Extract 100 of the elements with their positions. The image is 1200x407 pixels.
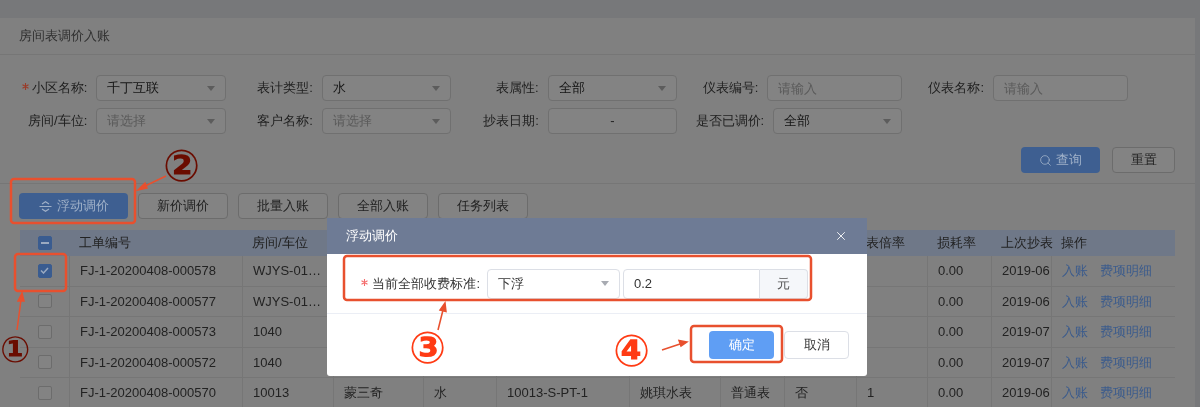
search-button[interactable]: 查询 xyxy=(1021,147,1100,173)
amount-field[interactable]: 0.2 xyxy=(623,268,760,299)
table-cell-text: 1 xyxy=(867,384,875,402)
select-value: 千丁互联 xyxy=(107,79,160,98)
column-header: 工单编号 xyxy=(79,234,131,253)
toolbar-button[interactable]: 浮动调价 xyxy=(19,193,128,219)
reset-button[interactable]: 重置 xyxy=(1112,147,1175,173)
column-header: 房间/车位 xyxy=(252,234,308,253)
arrow xyxy=(16,290,25,331)
table-cell-text: FJ-1-20200408-000577 xyxy=(80,292,216,311)
dropdown-caret-icon xyxy=(432,118,441,124)
filter-label: 小区名称: xyxy=(31,79,88,98)
filter-label: 表属性: xyxy=(495,79,539,98)
table-cell-text: 10013-S-PT-1 xyxy=(507,384,588,402)
table-cell-text: 1040 xyxy=(253,323,282,341)
step-number: ① xyxy=(0,332,31,368)
table-cell-text: WJYS-01… xyxy=(253,292,321,311)
table-cell-text: 1040 xyxy=(253,353,282,372)
filter-label: 表计类型: xyxy=(257,79,313,98)
table-cell-text: WJYS-01… xyxy=(253,262,321,280)
table-cell-text: 0.00 xyxy=(938,292,964,311)
toolbar-button[interactable]: 新价调价 xyxy=(138,193,228,219)
select-value: 水 xyxy=(332,79,346,98)
step-number: ② xyxy=(163,144,201,188)
column-header: 损耗率 xyxy=(937,234,976,253)
fee-details-link[interactable]: 费项明细 xyxy=(1100,291,1152,311)
step-number: ③ xyxy=(409,326,447,370)
table-cell-text: 否 xyxy=(795,384,808,402)
checkbox[interactable] xyxy=(37,294,52,309)
dropdown-caret-icon xyxy=(883,118,892,124)
arrow xyxy=(437,301,447,331)
dropdown-caret-icon xyxy=(657,85,666,91)
checkbox[interactable] xyxy=(37,236,52,250)
filter-label: 仪表名称: xyxy=(928,79,984,98)
post-link[interactable]: 入账 xyxy=(1062,383,1088,403)
select-field[interactable]: 全部 xyxy=(773,108,903,134)
column-header: 上次抄表 xyxy=(1001,234,1053,253)
toolbar-button[interactable]: 批量入账 xyxy=(238,193,328,219)
dropdown-caret-icon xyxy=(601,281,609,286)
table-cell-text: 2019-06 xyxy=(1002,384,1050,402)
table-cell-text: FJ-1-20200408-000570 xyxy=(80,384,216,402)
date-range-field[interactable]: - xyxy=(547,108,677,134)
table-cell-text: 0.00 xyxy=(938,323,964,341)
check-icon xyxy=(40,267,49,275)
fee-details-link[interactable]: 费项明细 xyxy=(1100,352,1152,372)
cancel-button[interactable]: 取消 xyxy=(784,331,849,359)
post-link[interactable]: 入账 xyxy=(1062,291,1088,311)
table-cell-text: 0.00 xyxy=(938,353,964,372)
column-header: 操作 xyxy=(1061,234,1087,253)
dropdown-caret-icon xyxy=(206,85,215,91)
table-cell-text: 2019-06 xyxy=(1002,262,1050,280)
sort-lines-icon xyxy=(38,200,52,212)
step-number: ④ xyxy=(613,329,651,373)
post-link[interactable]: 入账 xyxy=(1062,322,1088,342)
select-field[interactable]: 水 xyxy=(321,75,452,101)
filter-label: 房间/车位: xyxy=(28,112,88,131)
filter-label: 客户名称: xyxy=(257,112,313,131)
select-value: 全部 xyxy=(558,79,585,98)
dropdown-caret-icon xyxy=(432,85,441,91)
select-field[interactable]: 全部 xyxy=(547,75,677,101)
filter-label: 抄表日期: xyxy=(483,112,539,131)
table-cell-text: FJ-1-20200408-000573 xyxy=(80,323,216,341)
confirm-button[interactable]: 确定 xyxy=(709,331,774,359)
toolbar-button[interactable]: 全部入账 xyxy=(338,193,428,219)
fee-details-link[interactable]: 费项明细 xyxy=(1100,383,1152,403)
table-cell-text: FJ-1-20200408-000578 xyxy=(80,262,216,280)
arrow xyxy=(135,175,167,192)
select-field[interactable]: 千丁互联 xyxy=(96,75,226,101)
post-link[interactable]: 入账 xyxy=(1062,261,1088,281)
page-title: 房间表调价入账 xyxy=(19,27,110,46)
table-cell-text: 0.00 xyxy=(938,262,964,280)
modal-title: 浮动调价 xyxy=(346,227,398,246)
toolbar-button[interactable]: 任务列表 xyxy=(438,193,528,219)
table-cell-text: 2019-07 xyxy=(1002,323,1050,341)
table-cell-text: 2019-06 xyxy=(1002,292,1050,311)
search-icon xyxy=(1039,153,1052,167)
dropdown-caret-icon xyxy=(206,118,215,124)
arrow xyxy=(661,339,689,351)
filter-label: 是否已调价: xyxy=(695,112,765,131)
table-cell-text: 姚琪水表 xyxy=(640,384,692,402)
table-cell-text: 0.00 xyxy=(938,384,964,402)
fee-details-link[interactable]: 费项明细 xyxy=(1100,261,1152,281)
select-value: 全部 xyxy=(784,112,811,131)
table-cell-text: 10013 xyxy=(253,384,290,402)
table-cell-text: 蒙三奇 xyxy=(344,384,383,402)
highlight-frame xyxy=(13,252,68,293)
checkbox[interactable] xyxy=(37,263,52,278)
minus-icon xyxy=(40,242,49,244)
unit-label: 元 xyxy=(760,268,808,299)
table-cell-text: 水 xyxy=(434,384,447,402)
select-field[interactable]: 下浮 xyxy=(487,268,620,299)
table-cell-text: 2019-07 xyxy=(1002,353,1050,372)
table-cell-text: FJ-1-20200408-000572 xyxy=(80,353,216,372)
table-cell-text: 普通表 xyxy=(731,384,770,402)
column-header: 表倍率 xyxy=(866,234,905,253)
post-link[interactable]: 入账 xyxy=(1062,352,1088,372)
fee-details-link[interactable]: 费项明细 xyxy=(1100,322,1152,342)
close-icon[interactable] xyxy=(834,229,848,243)
field-label: 当前全部收费标准: xyxy=(372,274,480,293)
filter-label: 仪表编号: xyxy=(702,79,759,98)
